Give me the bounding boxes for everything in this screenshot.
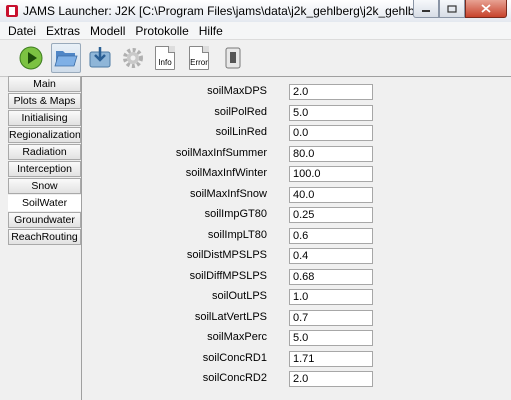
param-row: soilOutLPS: [82, 289, 511, 305]
tab-soilwater[interactable]: SoilWater: [8, 195, 81, 211]
param-label: soilConcRD2: [202, 372, 267, 384]
param-row: soilImpGT80: [82, 207, 511, 223]
play-icon: [19, 46, 43, 70]
toolbar: Info Error: [0, 40, 511, 77]
app-window: JAMS Launcher: J2K [C:\Program Files\jam…: [0, 0, 511, 400]
param-row: soilMaxPerc: [82, 330, 511, 346]
folder-open-icon: [54, 51, 78, 67]
output-button[interactable]: [218, 43, 248, 73]
window-icon: [225, 47, 241, 69]
param-label: soilImpLT80: [207, 229, 267, 241]
maximize-icon: [447, 4, 457, 13]
tab-main[interactable]: Main: [8, 76, 81, 92]
error-button[interactable]: Error: [184, 43, 214, 73]
menu-protokolle[interactable]: Protokolle: [130, 24, 193, 38]
soillatvertlps-field[interactable]: [289, 310, 373, 326]
menu-modell[interactable]: Modell: [85, 24, 130, 38]
window-title: JAMS Launcher: J2K [C:\Program Files\jam…: [23, 4, 458, 18]
soildiffmpslps-field[interactable]: [289, 269, 373, 285]
soilconcrd1-field[interactable]: [289, 351, 373, 367]
soilmaxinfsummer-field[interactable]: [289, 146, 373, 162]
tab-interception[interactable]: Interception: [8, 161, 81, 177]
close-icon: [481, 4, 491, 13]
app-icon: [6, 5, 18, 17]
soiloutlps-field[interactable]: [289, 289, 373, 305]
soilimplt80-field[interactable]: [289, 228, 373, 244]
soilpolred-field[interactable]: [289, 105, 373, 121]
parameter-panel: soilMaxDPS soilPolRed soilLinRed soilMax…: [81, 76, 511, 400]
param-row: soilLatVertLPS: [82, 310, 511, 326]
param-row: soilMaxInfWinter: [82, 166, 511, 182]
param-label: soilMaxPerc: [207, 331, 267, 343]
window-controls: [413, 0, 507, 18]
param-label: soilConcRD1: [202, 352, 267, 364]
soillinred-field[interactable]: [289, 125, 373, 141]
menu-bar: Datei Extras Modell Protokolle Hilfe: [0, 22, 511, 40]
param-row: soilMaxInfSnow: [82, 187, 511, 203]
param-row: soilImpLT80: [82, 228, 511, 244]
tab-reachrouting[interactable]: ReachRouting: [8, 229, 81, 245]
param-label: soilLinRed: [215, 126, 267, 138]
param-label: soilDiffMPSLPS: [189, 270, 267, 282]
gear-icon: [123, 48, 143, 68]
settings-button[interactable]: [118, 43, 148, 73]
parameter-tabs: Main Plots & Maps Initialising Regionali…: [8, 76, 81, 246]
tab-plots-maps[interactable]: Plots & Maps: [8, 93, 81, 109]
soildistmpslps-field[interactable]: [289, 248, 373, 264]
param-row: soilDistMPSLPS: [82, 248, 511, 264]
tab-groundwater[interactable]: Groundwater: [8, 212, 81, 228]
info-document-icon: Info: [155, 46, 175, 70]
param-label: soilPolRed: [214, 106, 267, 118]
tab-initialising[interactable]: Initialising: [8, 110, 81, 126]
menu-datei[interactable]: Datei: [0, 24, 41, 38]
param-label: soilMaxDPS: [207, 85, 267, 97]
param-label: soilMaxInfSummer: [175, 147, 267, 159]
run-button[interactable]: [16, 43, 46, 73]
tab-radiation[interactable]: Radiation: [8, 144, 81, 160]
error-document-icon: Error: [189, 46, 209, 70]
param-label: soilLatVertLPS: [194, 311, 267, 323]
save-icon: [89, 47, 111, 68]
param-row: soilMaxDPS: [82, 84, 511, 100]
soilmaxperc-field[interactable]: [289, 330, 373, 346]
tab-snow[interactable]: Snow: [8, 178, 81, 194]
param-row: soilMaxInfSummer: [82, 146, 511, 162]
minimize-button[interactable]: [413, 0, 439, 18]
info-button[interactable]: Info: [150, 43, 180, 73]
soilconcrd2-field[interactable]: [289, 371, 373, 387]
param-label: soilMaxInfWinter: [185, 167, 267, 179]
minimize-icon: [422, 9, 430, 12]
param-row: soilConcRD2: [82, 371, 511, 387]
param-row: soilDiffMPSLPS: [82, 269, 511, 285]
save-button[interactable]: [85, 43, 115, 73]
param-label: soilDistMPSLPS: [186, 249, 267, 261]
param-label: soilImpGT80: [204, 208, 267, 220]
menu-extras[interactable]: Extras: [41, 24, 85, 38]
maximize-button[interactable]: [439, 0, 465, 18]
soilmaxinfwinter-field[interactable]: [289, 166, 373, 182]
soilimpgt80-field[interactable]: [289, 207, 373, 223]
param-row: soilPolRed: [82, 105, 511, 121]
tab-regionalization[interactable]: Regionalization: [8, 127, 81, 143]
soilmaxinfsnow-field[interactable]: [289, 187, 373, 203]
close-button[interactable]: [465, 0, 507, 18]
param-label: soilOutLPS: [211, 290, 267, 302]
open-button[interactable]: [51, 43, 81, 73]
param-row: soilLinRed: [82, 125, 511, 141]
soilmaxdps-field[interactable]: [289, 84, 373, 100]
param-row: soilConcRD1: [82, 351, 511, 367]
param-label: soilMaxInfSnow: [189, 188, 267, 200]
error-label: Error: [190, 58, 208, 67]
menu-hilfe[interactable]: Hilfe: [194, 24, 228, 38]
info-label: Info: [158, 58, 172, 67]
title-bar: JAMS Launcher: J2K [C:\Program Files\jam…: [0, 0, 511, 23]
